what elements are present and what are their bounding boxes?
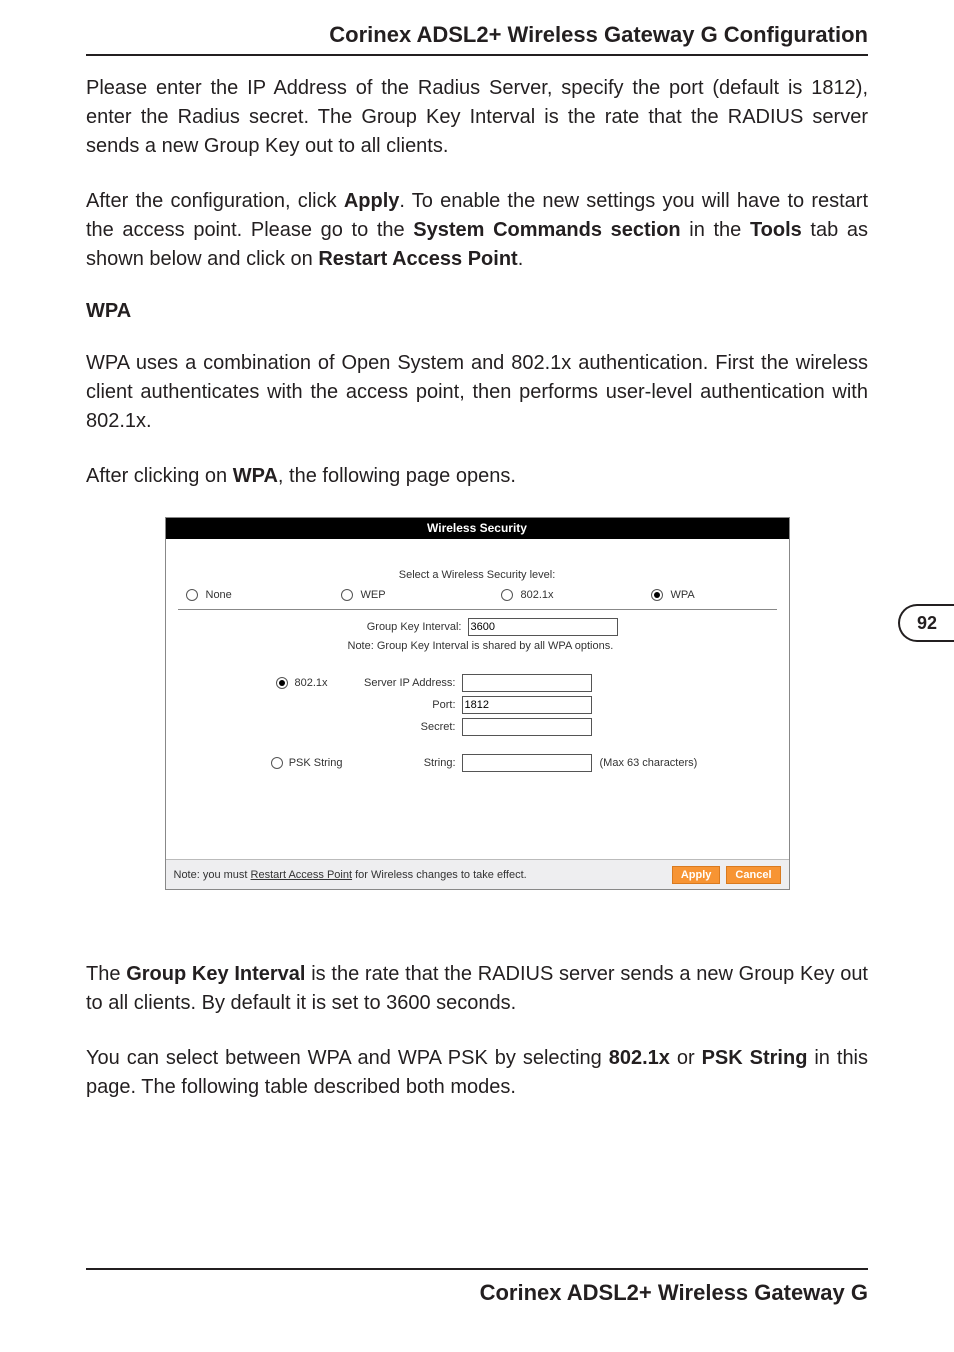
paragraph-apply-instructions: After the configuration, click Apply. To…: [86, 187, 868, 274]
radio-8021x-label: 802.1x: [521, 589, 554, 601]
bold-8021x: 802.1x: [609, 1047, 670, 1069]
page-number-tab: 92: [898, 604, 954, 642]
group-key-note: Note: Group Key Interval is shared by al…: [348, 640, 638, 654]
panel-title: Wireless Security: [166, 518, 789, 539]
bold-group-key-interval: Group Key Interval: [126, 963, 305, 985]
radio-mode-8021x[interactable]: [276, 677, 288, 689]
security-level-radio-row: None WEP 802.1x WPA: [178, 589, 777, 609]
radio-mode-psk[interactable]: [271, 757, 283, 769]
paragraph-wpa-psk-select: You can select between WPA and WPA PSK b…: [86, 1044, 868, 1102]
string-label: String:: [353, 757, 462, 769]
panel-footer: Note: you must Restart Access Point for …: [166, 859, 789, 889]
select-security-label: Select a Wireless Security level:: [178, 569, 777, 581]
footer-rule: [86, 1268, 868, 1270]
radio-wep[interactable]: [341, 589, 353, 601]
radio-none[interactable]: [186, 589, 198, 601]
text: or: [670, 1047, 702, 1069]
radio-mode-psk-label: PSK String: [289, 757, 343, 769]
radio-wpa[interactable]: [651, 589, 663, 601]
bold-tools: Tools: [750, 219, 802, 241]
radio-none-label: None: [206, 589, 232, 601]
port-label: Port:: [338, 699, 462, 711]
paragraph-wpa-click: After clicking on WPA, the following pag…: [86, 462, 868, 491]
secret-label: Secret:: [338, 721, 462, 733]
paragraph-wpa-desc: WPA uses a combination of Open System an…: [86, 349, 868, 436]
text: in the: [681, 219, 750, 241]
divider: [178, 609, 777, 610]
bold-wpa: WPA: [233, 465, 278, 487]
radio-mode-8021x-label: 802.1x: [294, 677, 327, 689]
text: .: [518, 248, 524, 270]
bold-system-commands: System Commands section: [413, 219, 680, 241]
text: After clicking on: [86, 465, 233, 487]
group-key-interval-label: Group Key Interval:: [178, 621, 468, 633]
port-input[interactable]: [462, 696, 592, 714]
radio-wpa-label: WPA: [671, 589, 695, 601]
text: , the following page opens.: [278, 465, 516, 487]
footer-title: Corinex ADSL2+ Wireless Gateway G: [86, 1280, 868, 1306]
text: After the configuration, click: [86, 190, 344, 212]
server-ip-label: Server IP Address:: [338, 677, 462, 689]
footer-note-pre: Note: you must: [174, 869, 251, 881]
bold-apply: Apply: [344, 190, 400, 212]
apply-button[interactable]: Apply: [672, 866, 721, 884]
paragraph-group-key: The Group Key Interval is the rate that …: [86, 960, 868, 1018]
page-header-title: Corinex ADSL2+ Wireless Gateway G Config…: [86, 22, 868, 48]
header-rule: [86, 54, 868, 56]
string-hint: (Max 63 characters): [600, 757, 698, 769]
paragraph-radius-intro: Please enter the IP Address of the Radiu…: [86, 74, 868, 161]
radio-wep-label: WEP: [361, 589, 386, 601]
group-key-interval-input[interactable]: [468, 618, 618, 636]
radio-8021x[interactable]: [501, 589, 513, 601]
restart-access-point-link[interactable]: Restart Access Point: [251, 869, 353, 881]
server-ip-input[interactable]: [462, 674, 592, 692]
text: The: [86, 963, 126, 985]
cancel-button[interactable]: Cancel: [726, 866, 780, 884]
bold-psk-string: PSK String: [702, 1047, 808, 1069]
wireless-security-screenshot: Wireless Security Select a Wireless Secu…: [165, 517, 790, 890]
bold-restart-access-point: Restart Access Point: [318, 248, 517, 270]
footer-note-post: for Wireless changes to take effect.: [352, 869, 527, 881]
text: You can select between WPA and WPA PSK b…: [86, 1047, 609, 1069]
section-heading-wpa: WPA: [86, 300, 868, 323]
secret-input[interactable]: [462, 718, 592, 736]
string-input[interactable]: [462, 754, 592, 772]
